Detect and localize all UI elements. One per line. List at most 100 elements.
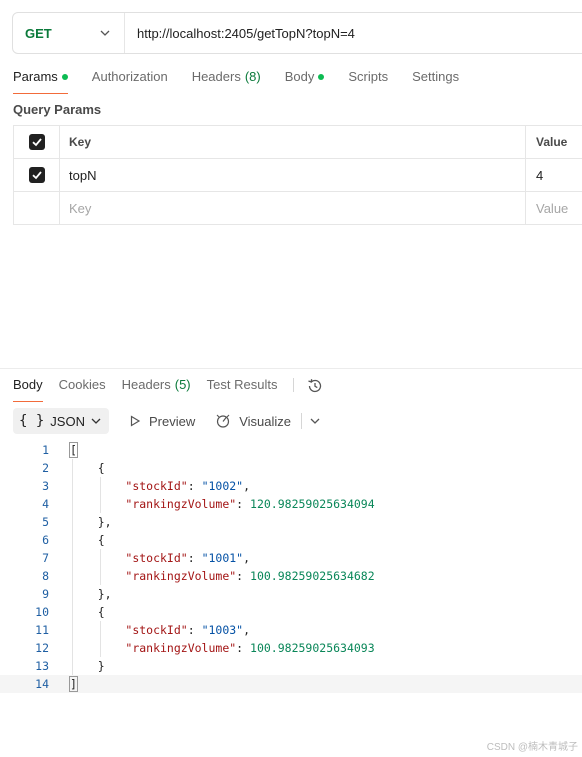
code-line: 3 "stockId": "1002",	[0, 477, 582, 495]
method-selector[interactable]: GET	[13, 13, 125, 53]
select-all-checkbox[interactable]	[28, 134, 45, 150]
code-line: 2 {	[0, 459, 582, 477]
tab-cookies-label: Cookies	[58, 377, 106, 392]
preview-button[interactable]: Preview	[129, 414, 195, 429]
line-number: 13	[35, 659, 49, 673]
value-column-header: Value	[536, 135, 568, 149]
code-line: 11 "stockId": "1003",	[0, 621, 582, 639]
code-text: },	[70, 515, 112, 529]
tab-response-body-label: Body	[13, 377, 43, 392]
visualize-label: Visualize	[239, 413, 292, 429]
check-icon	[31, 171, 42, 180]
check-icon	[31, 138, 42, 147]
toolbar-separator	[301, 413, 303, 429]
visualize-icon	[216, 414, 230, 428]
tab-test-results[interactable]: Test Results	[207, 376, 278, 402]
line-number: 4	[42, 497, 49, 511]
code-text: },	[70, 587, 112, 601]
code-text: }	[70, 659, 105, 673]
response-toolbar: { } JSON Preview Visualize	[13, 408, 320, 434]
tab-cookies[interactable]: Cookies	[59, 376, 106, 402]
param-key-field[interactable]: topN	[60, 159, 526, 191]
url-input[interactable]: http://localhost:2405/getTopN?topN=4	[125, 26, 355, 41]
code-text: ]	[69, 676, 78, 692]
request-tabs: Params Authorization Headers (8) Body Scr…	[13, 68, 483, 94]
tab-headers-label: Headers	[191, 69, 241, 84]
code-text: {	[70, 461, 105, 475]
code-text: "stockId": "1003",	[125, 623, 251, 637]
tab-params[interactable]: Params	[13, 68, 68, 94]
format-selector[interactable]: { } JSON	[13, 408, 109, 434]
preview-label: Preview	[148, 413, 196, 429]
chevron-down-icon	[91, 418, 101, 424]
tab-settings[interactable]: Settings	[412, 68, 459, 94]
tab-scripts[interactable]: Scripts	[348, 68, 388, 94]
new-param-row: Key Value	[13, 192, 582, 225]
code-line: 1[	[0, 441, 582, 459]
code-text: {	[70, 605, 105, 619]
code-line: 6 {	[0, 531, 582, 549]
new-param-key-field[interactable]: Key	[60, 192, 526, 224]
code-line: 13 }	[0, 657, 582, 675]
code-text: "rankingzVolume": 100.98259025634093	[125, 641, 375, 655]
line-number: 7	[42, 551, 49, 565]
method-label: GET	[25, 25, 52, 41]
response-headers-count: (5)	[174, 377, 191, 392]
query-params-heading: Query Params	[13, 102, 102, 117]
braces-icon: { }	[19, 413, 45, 429]
code-line: 10 {	[0, 603, 582, 621]
new-param-checkbox-cell	[14, 192, 60, 224]
line-number: 12	[35, 641, 49, 655]
headers-count: (8)	[244, 69, 261, 84]
tab-response-headers[interactable]: Headers (5)	[122, 376, 191, 402]
param-checkbox-cell	[14, 159, 60, 191]
query-params-table: Key Value topN 4 Key Value	[13, 125, 582, 225]
param-enabled-checkbox[interactable]	[28, 167, 45, 183]
line-number: 10	[35, 605, 49, 619]
line-number: 11	[35, 623, 49, 637]
pane-divider[interactable]	[0, 368, 582, 369]
params-header-row: Key Value	[13, 126, 582, 159]
tab-authorization-label: Authorization	[91, 69, 168, 84]
request-url-bar: GET http://localhost:2405/getTopN?topN=4	[12, 12, 582, 54]
new-param-value-field[interactable]: Value	[526, 192, 582, 224]
visualize-button[interactable]: Visualize	[215, 413, 291, 429]
chevron-down-icon[interactable]	[310, 416, 320, 426]
select-all-cell	[14, 126, 60, 158]
code-line: 7 "stockId": "1001",	[0, 549, 582, 567]
line-number: 2	[42, 461, 49, 475]
code-text: "stockId": "1001",	[125, 551, 251, 565]
tab-params-label: Params	[13, 69, 58, 84]
tab-body-label: Body	[284, 69, 315, 84]
tab-body[interactable]: Body	[285, 68, 325, 94]
tab-authorization[interactable]: Authorization	[92, 68, 168, 94]
watermark: CSDN @楠木青城子	[486, 742, 578, 753]
line-number: 1	[42, 443, 49, 457]
code-line: 4 "rankingzVolume": 120.98259025634094	[0, 495, 582, 513]
play-icon	[130, 415, 141, 427]
code-line: 9 },	[0, 585, 582, 603]
tab-test-results-label: Test Results	[206, 377, 278, 392]
chevron-down-icon	[100, 30, 110, 36]
param-value-field[interactable]: 4	[526, 159, 582, 191]
line-number: 8	[42, 569, 49, 583]
code-text: "stockId": "1002",	[125, 479, 251, 493]
line-number: 6	[42, 533, 49, 547]
key-column-header: Key	[60, 126, 526, 158]
line-number: 14	[35, 677, 49, 691]
format-label: JSON	[50, 413, 85, 429]
code-line: 12 "rankingzVolume": 100.98259025634093	[0, 639, 582, 657]
tab-settings-label: Settings	[412, 69, 460, 84]
code-line: 5 },	[0, 513, 582, 531]
line-number: 5	[42, 515, 49, 529]
code-text: "rankingzVolume": 120.98259025634094	[125, 497, 375, 511]
params-status-dot	[61, 74, 68, 80]
tab-response-headers-label: Headers	[121, 377, 171, 392]
code-text: {	[70, 533, 105, 547]
tab-separator	[293, 378, 295, 392]
history-icon[interactable]	[306, 377, 324, 395]
response-body-viewer[interactable]: 1[2 {3 "stockId": "1002", 4 "rankingzVolu…	[0, 441, 582, 693]
code-line: 14]	[0, 675, 582, 693]
tab-response-body[interactable]: Body	[13, 376, 43, 402]
tab-headers[interactable]: Headers (8)	[192, 68, 261, 94]
